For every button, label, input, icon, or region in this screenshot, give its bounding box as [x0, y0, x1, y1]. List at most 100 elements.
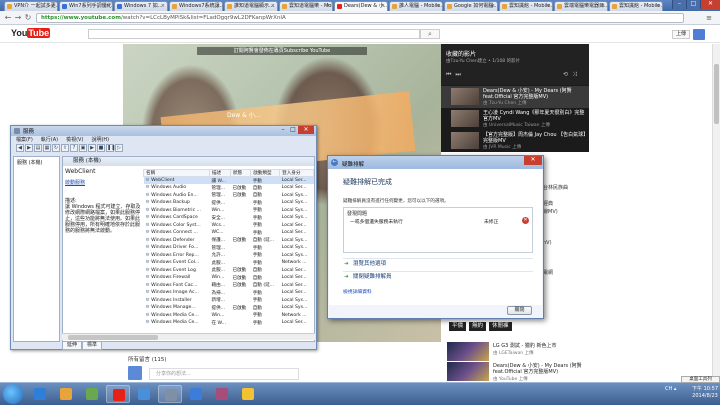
recommended-fragment[interactable]: 台林民族曲 [543, 184, 568, 191]
table-row[interactable]: ⚙ Windows Image Ac... 為掃... 手動 Local Ser... [144, 289, 314, 297]
stop-button[interactable]: ■ [97, 144, 105, 152]
tab-close-icon[interactable]: × [271, 2, 275, 11]
recommended-fragment[interactable]: 線MV) [543, 208, 558, 215]
up-button[interactable]: ▤ [34, 144, 42, 152]
comment-input[interactable]: 分享你的想法... [149, 368, 299, 380]
taskbar-app[interactable] [210, 385, 234, 403]
services-titlebar[interactable]: 服務 – □ ✕ [11, 126, 316, 136]
next-icon[interactable]: ⏭ [455, 71, 464, 78]
table-row[interactable]: ⚙ Windows Firewall Win... 已啟動 自動 Local Ser..… [144, 274, 314, 282]
table-row[interactable]: ⚙ Windows Media Ce... 在 W... 手動 Local Ser..… [144, 319, 314, 327]
table-row[interactable]: ⚙ Windows Font Cac... 藉由... 已啟動 自動 (延... Loc… [144, 282, 314, 290]
tab-close-icon[interactable]: × [161, 2, 165, 11]
tab-close-icon[interactable]: × [381, 2, 385, 11]
forward-button[interactable]: → [13, 13, 23, 23]
search-input[interactable] [88, 29, 420, 39]
explore-options-link[interactable]: ➜ 瀏覽其他選項 [343, 258, 533, 269]
show-tree-button[interactable]: ▦ [43, 144, 51, 152]
playlist-item[interactable]: Dears(Dew & 小安) - My Dears (阿賢feat.Offic… [441, 86, 589, 108]
address-bar[interactable]: https://www.youtube.com/watch?v=LCcLByMP… [36, 13, 684, 23]
related-item[interactable]: LG G3 測試 - 獵豹 新色上市 由 LGETaiwan 上傳 [447, 342, 589, 362]
browser-tab[interactable]: 雲知道電腦樂 - Mobi…× [279, 1, 333, 11]
menu-action[interactable]: 執行(A) [41, 136, 58, 144]
browser-tab[interactable]: 雲知識館 - Mobile… × [609, 1, 663, 11]
tab-extended[interactable]: 延伸 [62, 342, 83, 350]
menu-help[interactable]: 說明(H) [91, 136, 109, 144]
properties-button[interactable]: ▣ [79, 144, 87, 152]
tab-close-icon[interactable]: × [546, 2, 550, 11]
close-button[interactable]: ✕ [298, 126, 314, 134]
menu-file[interactable]: 檔案(F) [16, 136, 33, 144]
refresh-button[interactable]: ↻ [52, 144, 60, 152]
column-header[interactable]: 名稱 [143, 169, 210, 177]
taskbar-app[interactable] [132, 385, 156, 403]
table-row[interactable]: ⚙ Windows Media Ce... Win... 手動 Network ... [144, 312, 314, 320]
playlist-item[interactable]: 【官方完整版】周杰倫 Jay Chou 【告白氣球】完整版MV 由 JVR Mu… [441, 130, 589, 152]
view-details-link[interactable]: 檢視詳細資料 [343, 288, 372, 295]
account-avatar[interactable] [693, 29, 705, 40]
related-tab[interactable]: 平價 [449, 322, 467, 331]
back-arrow-icon[interactable]: ← [331, 159, 338, 166]
minimize-button[interactable]: – [672, 0, 686, 9]
tree-item-services[interactable]: 服務 (本機) [14, 157, 59, 168]
shuffle-icon[interactable]: ⤨ [572, 71, 581, 78]
start-button[interactable] [3, 384, 23, 404]
dialog-titlebar[interactable]: ← 疑難排解 ✕ [328, 156, 543, 169]
table-row[interactable]: ⚙ Windows Driver Fo... 管理... 手動 Local Sys..… [144, 244, 314, 252]
close-dialog-button[interactable]: 關閉 [507, 306, 532, 315]
table-row[interactable]: ⚙ Windows Backup 提供... 手動 Local Sys... [144, 199, 314, 207]
tab-close-icon[interactable]: × [601, 2, 605, 11]
subscribe-overlay[interactable]: 訂閱阿賢會發佈在專頁Subscribe YouTube [197, 47, 367, 55]
playlist-title[interactable]: 收藏的影片 [446, 49, 476, 58]
column-header[interactable]: 描述 [208, 169, 231, 177]
tab-close-icon[interactable]: × [106, 2, 110, 11]
minimize-button[interactable]: – [278, 126, 288, 134]
upload-button[interactable]: 上傳 [672, 30, 690, 39]
taskbar-app[interactable] [184, 385, 208, 403]
browser-tab[interactable]: Windows7系統讓… × [169, 1, 223, 11]
table-row[interactable]: ⚙ Windows Installer 新增... 手動 Local Sys... [144, 297, 314, 305]
playlist-item[interactable]: 王心凌 Cyndi Wang《那年夏天很別白》完整官方MV 由 Universa… [441, 108, 589, 130]
help-button[interactable]: ? [70, 144, 78, 152]
youtube-logo[interactable]: YouTube [11, 28, 51, 39]
start-service-link[interactable]: 啟動服務 [65, 180, 141, 186]
table-row[interactable]: ⚙ Windows Error Rep... 允許... 手動 Local Sys..… [144, 252, 314, 260]
table-row[interactable]: ⚙ Windows Defender 保護... 已啟動 自動 (延... Local … [144, 237, 314, 245]
recommended-fragment[interactable]: 經典 [543, 200, 553, 207]
related-tab[interactable]: 無約 [469, 322, 487, 331]
table-row[interactable]: ⚙ Windows Manage... 提供... 已啟動 自動 Local Sys..… [144, 304, 314, 312]
forward-button[interactable]: ▶ [25, 144, 33, 152]
language-indicator[interactable]: CH [665, 386, 672, 392]
table-row[interactable]: ⚙ WebClient 讓 W... 手動 Local Ser... [143, 176, 314, 184]
page-scrollbar[interactable] [712, 44, 720, 382]
previous-icon[interactable]: ⏮ [446, 71, 455, 78]
back-button[interactable]: ← [3, 13, 13, 23]
export-button[interactable]: ⇪ [61, 144, 69, 152]
tab-close-icon[interactable]: × [326, 2, 330, 11]
taskbar-app[interactable] [236, 385, 260, 403]
back-button[interactable]: ◀ [16, 144, 24, 152]
browser-tab[interactable]: Google 如何電腦… × [444, 1, 498, 11]
table-row[interactable]: ⚙ Windows Audio 管理... 已啟動 自動 Local Ser... [144, 184, 314, 192]
horizontal-scrollbar[interactable] [62, 333, 315, 340]
table-row[interactable]: ⚙ Windows Connect ... WC... 手動 Local Ser... [144, 229, 314, 237]
tab-close-icon[interactable]: × [491, 2, 495, 11]
tab-close-icon[interactable]: × [436, 2, 440, 11]
table-row[interactable]: ⚙ Windows Event Log 此服... 已啟動 自動 Local Ser..… [144, 267, 314, 275]
column-header[interactable]: 狀態 [229, 169, 252, 177]
taskbar-app[interactable] [106, 385, 130, 403]
menu-view[interactable]: 檢視(V) [66, 136, 83, 144]
table-row[interactable]: ⚙ Windows CardSpace 安全... 手動 Local Sys... [144, 214, 314, 222]
recommended-fragment[interactable]: 電網 [543, 269, 553, 276]
tab-close-icon[interactable]: × [216, 2, 220, 11]
pause-button[interactable]: ❚❚ [106, 144, 115, 152]
tab-standard[interactable]: 標準 [82, 342, 103, 350]
loop-icon[interactable]: ⟲ [563, 71, 572, 78]
tab-close-icon[interactable]: × [656, 2, 660, 11]
taskbar-app[interactable] [28, 385, 52, 403]
close-button[interactable]: ✕ [700, 0, 720, 9]
browser-menu-button[interactable]: ≡ [704, 13, 714, 23]
close-button[interactable]: ✕ [524, 156, 542, 165]
table-row[interactable]: ⚙ Windows Biometric ... Win... 手動 Local Sys… [144, 207, 314, 215]
recommended-fragment[interactable]: nV) [543, 240, 552, 246]
